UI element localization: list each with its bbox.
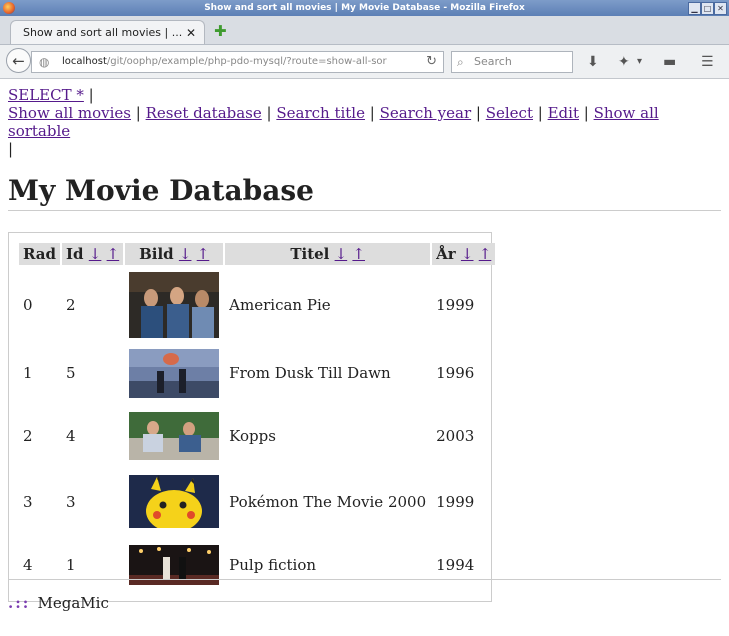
nav-search-year[interactable]: Search year <box>380 104 472 122</box>
header-rad-label: Rad <box>23 245 57 263</box>
menu-icon[interactable]: ☰ <box>701 54 714 70</box>
movie-thumbnail <box>129 271 220 338</box>
table-row: 1 5 From Dusk Till Dawn 1996 <box>19 344 495 402</box>
reload-icon[interactable]: ↻ <box>426 52 437 72</box>
cell-year: 1999 <box>436 295 475 314</box>
cell-rad: 2 <box>23 426 33 445</box>
table-row: 2 4 Kopps 2003 <box>19 404 495 467</box>
cell-id: 5 <box>66 364 76 382</box>
nav-select[interactable]: Select <box>486 104 533 122</box>
sort-id-desc-link[interactable]: ↓ <box>89 245 102 263</box>
nav-select-all[interactable]: SELECT * <box>8 86 84 104</box>
back-button[interactable]: ← <box>6 48 31 73</box>
header-rad: Rad <box>19 243 61 265</box>
header-bild-label: Bild <box>139 245 174 263</box>
dots-icon: .:: <box>8 594 38 612</box>
page-footer: .:: MegaMic <box>8 579 721 612</box>
header-id: Id ↓ ↑ <box>62 243 124 265</box>
sort-titel-desc-link[interactable]: ↓ <box>335 245 348 263</box>
cell-rad: 1 <box>23 364 33 382</box>
maximize-icon[interactable]: □ <box>701 2 714 15</box>
site-nav: SELECT * | Show all movies | Reset datab… <box>8 86 659 158</box>
search-input[interactable]: ⌕ Search <box>451 51 573 73</box>
sort-bild-asc-link[interactable]: ↑ <box>197 245 210 263</box>
cell-title: Kopps <box>229 426 276 445</box>
cell-id: 4 <box>66 426 76 445</box>
sort-id-asc-link[interactable]: ↑ <box>107 245 120 263</box>
globe-icon: ◍ <box>39 55 50 69</box>
movie-thumbnail <box>129 411 220 460</box>
cell-year: 2003 <box>436 426 475 445</box>
movie-table-container: Rad Id ↓ ↑ Bild ↓ ↑ Titel ↓ ↑ År ↓ ↑ 0 2 <box>8 232 496 602</box>
page-title: My Movie Database <box>8 174 721 211</box>
header-bild: Bild ↓ ↑ <box>125 243 224 265</box>
movie-thumbnail <box>129 348 220 398</box>
cell-id: 3 <box>66 492 76 511</box>
firefox-logo-icon <box>3 2 15 14</box>
url-path: /git/oophp/example/php-pdo-mysql/?route=… <box>106 56 387 67</box>
tab-label: Show and sort all movies | ... <box>23 26 183 39</box>
header-ar-label: År <box>436 245 456 263</box>
movie-thumbnail <box>129 475 220 528</box>
movie-table: Rad Id ↓ ↑ Bild ↓ ↑ Titel ↓ ↑ År ↓ ↑ 0 2 <box>17 241 497 595</box>
table-row: 0 2 American Pie 1999 <box>19 267 495 342</box>
chevron-down-icon[interactable]: ▾ <box>637 56 642 67</box>
window-titlebar: Show and sort all movies | My Movie Data… <box>0 0 729 16</box>
sort-ar-desc-link[interactable]: ↓ <box>461 245 474 263</box>
cell-image <box>125 267 223 342</box>
nav-show-all-movies[interactable]: Show all movies <box>8 104 131 122</box>
cell-image <box>125 469 223 534</box>
nav-edit[interactable]: Edit <box>548 104 579 122</box>
url-bar[interactable]: ◍ localhost/git/oophp/example/php-pdo-my… <box>31 51 444 73</box>
cell-image <box>125 344 223 402</box>
addon-icon[interactable]: ✦ <box>618 54 630 70</box>
nav-search-title[interactable]: Search title <box>276 104 365 122</box>
cell-id: 2 <box>66 295 76 314</box>
cell-title: From Dusk Till Dawn <box>229 364 391 382</box>
cell-year: 1999 <box>436 492 475 511</box>
cell-title: Pokémon The Movie 2000 <box>229 492 427 511</box>
cell-rad: 0 <box>23 295 33 314</box>
tab-close-icon[interactable]: ✕ <box>186 21 196 45</box>
navigation-toolbar: ← ◍ localhost/git/oophp/example/php-pdo-… <box>0 45 729 79</box>
cell-image <box>125 404 223 467</box>
page-content: SELECT * | Show all movies | Reset datab… <box>8 86 721 602</box>
url-host: localhost <box>62 56 107 67</box>
tab-active[interactable]: Show and sort all movies | ... ✕ <box>10 20 205 44</box>
close-window-icon[interactable]: ✕ <box>714 2 727 15</box>
minimize-icon[interactable]: ▁ <box>688 2 701 15</box>
cell-title: American Pie <box>229 295 331 314</box>
sort-bild-desc-link[interactable]: ↓ <box>179 245 192 263</box>
search-placeholder: Search <box>474 55 512 68</box>
header-titel: Titel ↓ ↑ <box>225 243 431 265</box>
table-header-row: Rad Id ↓ ↑ Bild ↓ ↑ Titel ↓ ↑ År ↓ ↑ <box>19 243 496 265</box>
header-titel-label: Titel <box>290 245 330 263</box>
dev-toolbar-icon[interactable]: ▬ <box>663 54 676 70</box>
new-tab-icon[interactable]: ✚ <box>214 22 227 40</box>
download-icon[interactable]: ⬇ <box>587 54 599 70</box>
cell-rad: 3 <box>23 492 33 511</box>
sort-ar-asc-link[interactable]: ↑ <box>479 245 492 263</box>
footer-text: MegaMic <box>37 594 109 612</box>
sort-titel-asc-link[interactable]: ↑ <box>352 245 365 263</box>
search-icon: ⌕ <box>457 55 464 69</box>
table-row: 3 3 Pokémon The Movie 2000 1999 <box>19 469 495 534</box>
cell-year: 1996 <box>436 364 475 382</box>
nav-reset-database[interactable]: Reset database <box>146 104 262 122</box>
header-id-label: Id <box>66 245 84 263</box>
window-title: Show and sort all movies | My Movie Data… <box>204 3 525 13</box>
tab-strip: Show and sort all movies | ... ✕ ✚ <box>0 16 729 45</box>
url-text: localhost/git/oophp/example/php-pdo-mysq… <box>62 52 387 72</box>
header-ar: År ↓ ↑ <box>432 243 496 265</box>
